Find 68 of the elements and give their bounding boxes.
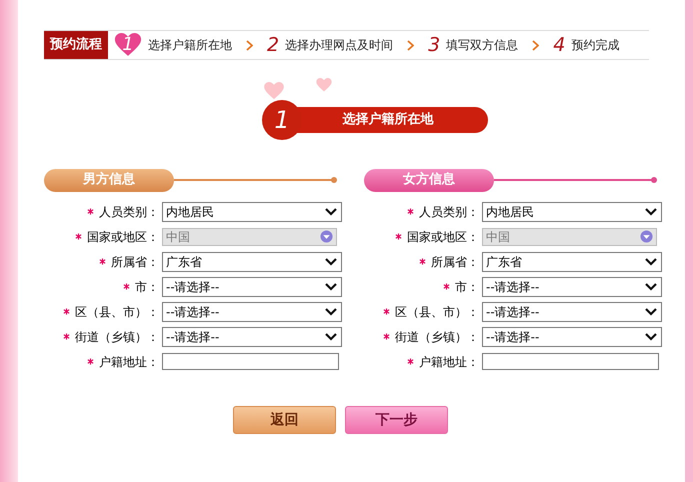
required-asterisk-icon — [87, 208, 94, 215]
step-number: 4 — [553, 36, 566, 54]
required-asterisk-icon — [419, 258, 426, 265]
dropdown[interactable]: --请选择-- — [162, 276, 342, 296]
field-label: 市： — [135, 278, 159, 296]
step-label: 选择办理网点及时间 — [285, 37, 394, 54]
required-asterisk-icon — [407, 208, 414, 215]
field-label: 区（县、市）： — [395, 304, 479, 320]
step-number: 2 — [267, 36, 280, 54]
field-label: 街道（乡镇）： — [75, 328, 159, 346]
section-header: 男方信息 — [44, 168, 174, 192]
chevron-right-icon — [532, 40, 540, 50]
required-asterisk-icon — [123, 283, 130, 290]
required-asterisk-icon — [63, 308, 70, 315]
chevron-down-icon — [645, 208, 657, 216]
field-label: 市： — [455, 278, 479, 296]
heart-icon — [264, 82, 284, 100]
required-asterisk-icon — [395, 233, 402, 240]
field-label: 国家或地区： — [407, 228, 479, 246]
dropdown[interactable]: --请选择-- — [482, 326, 662, 346]
dropdown[interactable]: 内地居民 — [482, 202, 662, 222]
field-label: 街道（乡镇）： — [395, 328, 479, 346]
field-label: 国家或地区： — [87, 228, 159, 246]
heart-step-number: 1 — [114, 33, 142, 57]
chevron-down-icon — [645, 308, 657, 316]
required-asterisk-icon — [75, 233, 82, 240]
step-label: 填写双方信息 — [446, 37, 518, 54]
required-asterisk-icon — [63, 333, 70, 340]
field-label: 所属省： — [431, 254, 479, 270]
field-label: 人员类别： — [419, 204, 479, 220]
back-button[interactable]: 返回 — [233, 406, 336, 434]
address-input[interactable] — [482, 353, 659, 370]
heart-icon — [316, 78, 332, 92]
dropdown[interactable]: --请选择-- — [482, 276, 662, 296]
chevron-right-icon — [246, 40, 253, 50]
flow-title: 预约流程 — [44, 31, 108, 59]
section-header: 女方信息 — [364, 168, 494, 192]
field-label: 区（县、市）： — [75, 304, 159, 320]
chevron-right-icon — [407, 40, 414, 50]
field-label: 户籍地址： — [99, 354, 159, 370]
field-label: 户籍地址： — [419, 354, 479, 370]
required-asterisk-icon — [383, 308, 390, 315]
chevron-down-icon — [325, 308, 337, 316]
chevron-down-icon — [325, 258, 337, 266]
address-input[interactable] — [162, 353, 339, 370]
dropdown[interactable]: 内地居民 — [162, 202, 342, 222]
chevron-down-icon — [645, 282, 657, 290]
dropdown[interactable]: 广东省 — [162, 252, 342, 272]
dropdown[interactable]: --请选择-- — [482, 302, 662, 322]
required-asterisk-icon — [87, 358, 94, 365]
required-asterisk-icon — [99, 258, 106, 265]
chevron-down-icon — [325, 208, 337, 216]
dropdown[interactable]: --请选择-- — [162, 326, 342, 346]
dropdown[interactable]: 广东省 — [482, 252, 662, 272]
chevron-down-icon — [645, 258, 657, 266]
required-asterisk-icon — [383, 333, 390, 340]
step-label: 预约完成 — [571, 37, 620, 54]
required-asterisk-icon — [407, 358, 414, 365]
field-label: 人员类别： — [99, 204, 159, 220]
next-button[interactable]: 下一步 — [345, 406, 448, 434]
chevron-down-icon — [645, 332, 657, 340]
step-number: 3 — [428, 36, 440, 54]
chevron-down-icon — [325, 282, 337, 290]
step-label: 选择户籍所在地 — [148, 37, 232, 54]
required-asterisk-icon — [443, 283, 450, 290]
field-label: 所属省： — [111, 254, 159, 270]
dropdown[interactable]: --请选择-- — [162, 302, 342, 322]
chevron-down-icon — [325, 332, 337, 340]
